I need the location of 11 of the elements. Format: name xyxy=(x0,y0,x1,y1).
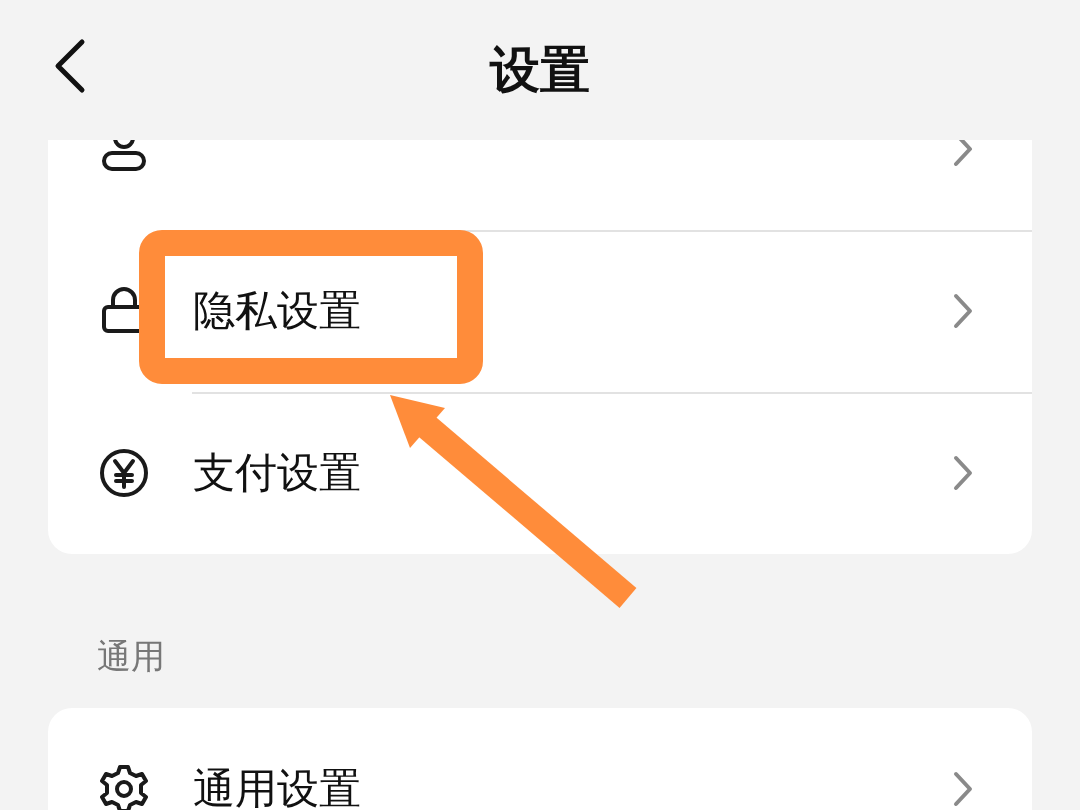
section-title: 通用 xyxy=(96,635,166,678)
settings-item[interactable]: 通用设置 xyxy=(48,708,1032,810)
yen-icon xyxy=(98,447,150,499)
chevron-icon xyxy=(952,292,974,330)
settings-item[interactable]: 隐私设置 xyxy=(48,230,1032,392)
settings-item[interactable]: 支付设置 xyxy=(48,392,1032,554)
chevron-icon xyxy=(952,140,974,168)
chevron-icon xyxy=(952,770,974,808)
page-title: 设置 xyxy=(490,39,590,101)
chevron-icon xyxy=(952,454,974,492)
gear-icon xyxy=(98,763,150,810)
